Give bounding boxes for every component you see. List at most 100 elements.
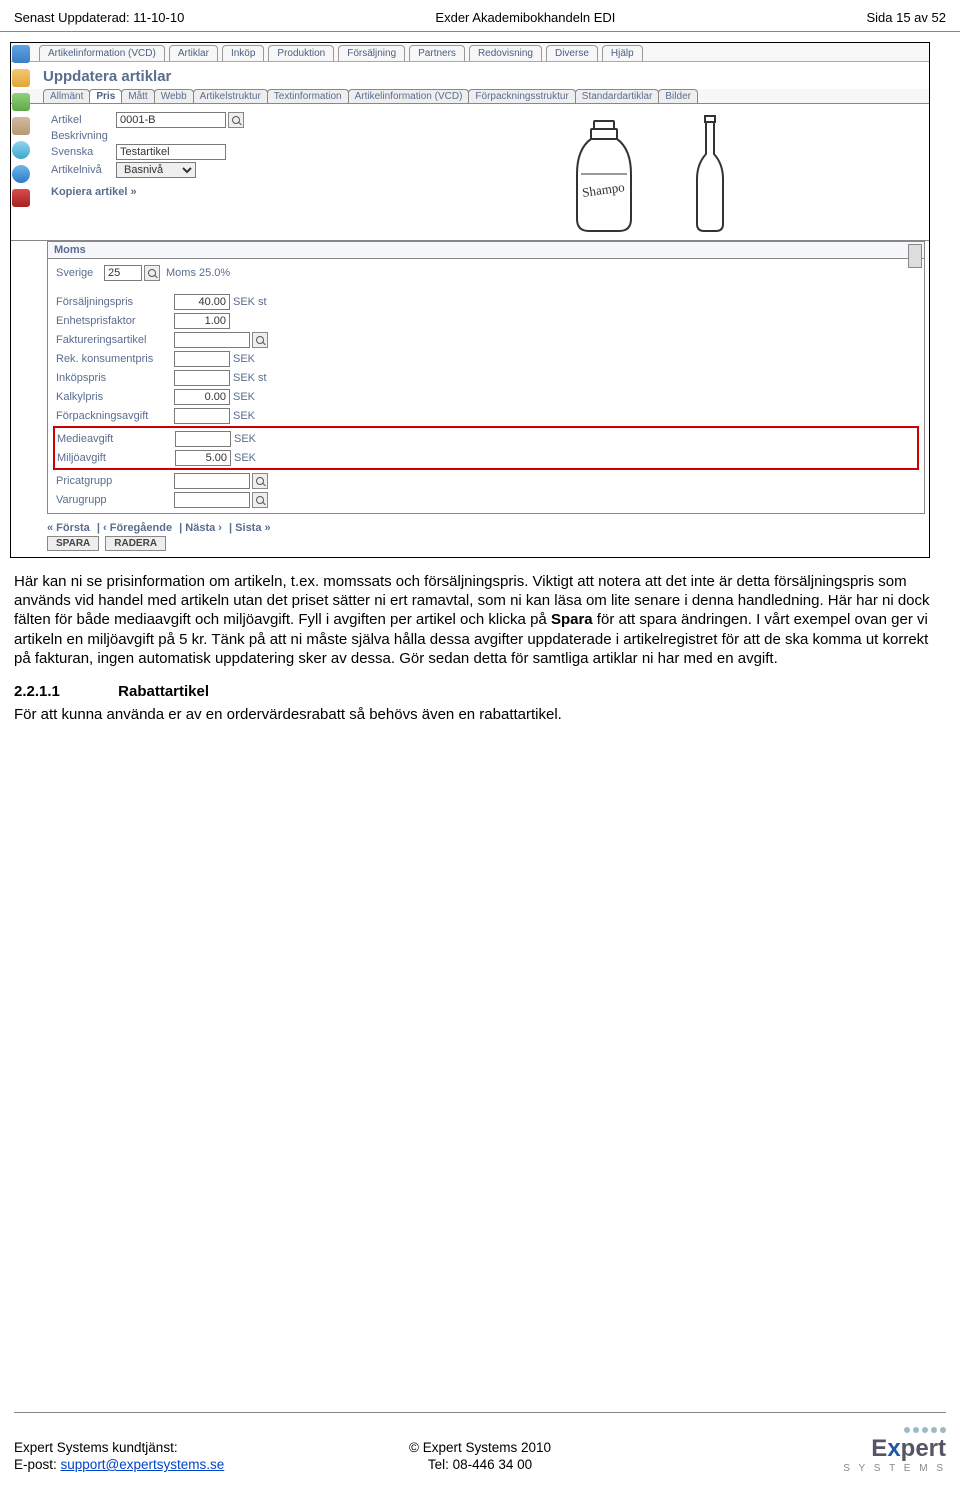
footer-center-2: Tel: 08-446 34 00 [325,1457,636,1472]
subtab[interactable]: Allmänt [43,89,90,103]
highlight-box: MedieavgiftSEKMiljöavgiftSEK [53,426,919,470]
moms-country-label: Sverige [56,267,104,279]
expert-systems-logo: Expert S Y S T E M S [843,1427,946,1474]
unit-suffix: st [258,372,267,384]
sidebar-icon-folder[interactable] [12,69,30,87]
svenska-input[interactable] [116,144,226,160]
subtab[interactable]: Pris [89,89,122,103]
header-divider [0,31,960,32]
search-icon[interactable] [252,332,268,348]
lookup-input[interactable] [174,332,250,348]
subtab[interactable]: Förpackningsstruktur [468,89,575,103]
price-label: Kalkylpris [56,391,174,403]
menu-tab[interactable]: Diverse [546,45,598,61]
subtab[interactable]: Bilder [658,89,698,103]
lookup-input[interactable] [174,492,250,508]
page-footer: Expert Systems kundtjänst: E-post: suppo… [0,1412,960,1490]
section-heading: 2.2.1.1 Rabattartikel [14,682,946,701]
nav-last[interactable]: Sista » [235,522,270,534]
price-label: Varugrupp [56,494,174,506]
nav-first[interactable]: « Första [47,522,90,534]
search-icon[interactable] [252,492,268,508]
price-input[interactable] [174,408,230,424]
price-label: Rek. konsumentpris [56,353,174,365]
price-input[interactable] [174,294,230,310]
price-label: Medieavgift [57,433,175,445]
delete-button[interactable]: RADERA [105,536,166,551]
page-title: Uppdatera artiklar [11,62,929,89]
price-label: Pricatgrupp [56,475,174,487]
product-illustrations: Shampo [371,110,919,234]
nav-prev[interactable]: ‹ Föregående [103,522,172,534]
search-icon[interactable] [144,265,160,281]
scrollbar-thumb[interactable] [908,244,922,268]
unit-suffix: st [258,296,267,308]
subtab[interactable]: Textinformation [267,89,349,103]
copy-article-link[interactable]: Kopiera artikel » [51,180,351,200]
sidebar-icon-currency[interactable] [12,141,30,159]
sidebar-icon-exit[interactable] [12,189,30,207]
search-icon[interactable] [252,473,268,489]
header-center: Exder Akademibokhandeln EDI [435,10,615,25]
currency-unit: SEK [233,296,255,308]
artikel-input[interactable] [116,112,226,128]
logo-text-pre: E [871,1435,887,1462]
price-input[interactable] [174,313,230,329]
moms-row: Sverige Moms 25.0% [56,263,916,282]
price-row: MiljöavgiftSEK [57,448,915,467]
top-menu: Artikelinformation (VCD)ArtiklarInköpPro… [11,43,929,62]
menu-tab[interactable]: Försäljning [338,45,405,61]
price-label: Enhetsprisfaktor [56,315,174,327]
subtab[interactable]: Mått [121,89,154,103]
currency-unit: SEK [233,353,255,365]
menu-tab[interactable]: Artikelinformation (VCD) [39,45,165,61]
moms-code-input[interactable] [104,265,142,281]
menu-tab[interactable]: Artiklar [169,45,218,61]
price-input[interactable] [174,389,230,405]
sidebar-icon-truck[interactable] [12,117,30,135]
price-input[interactable] [175,431,231,447]
save-button[interactable]: SPARA [47,536,99,551]
app-screenshot: Artikelinformation (VCD)ArtiklarInköpPro… [10,42,930,558]
moms-desc: Moms 25.0% [166,267,230,279]
menu-tab[interactable]: Redovisning [469,45,542,61]
sidebar-icon-help[interactable] [12,165,30,183]
menu-tab[interactable]: Produktion [268,45,334,61]
subtab[interactable]: Artikelinformation (VCD) [348,89,470,103]
sidebar-icons [12,41,36,207]
shampoo-bottle-icon: Shampo [559,119,649,234]
price-label: Försäljningspris [56,296,174,308]
nav-next[interactable]: Nästa › [185,522,222,534]
price-label: Faktureringsartikel [56,334,174,346]
currency-unit: SEK [233,372,255,384]
header-left: Senast Uppdaterad: 11-10-10 [14,10,184,25]
subtab[interactable]: Webb [154,89,194,103]
search-icon[interactable] [228,112,244,128]
price-label: Miljöavgift [57,452,175,464]
price-row: Pricatgrupp [56,471,916,490]
logo-text-post: pert [901,1435,946,1462]
menu-tab[interactable]: Inköp [222,45,264,61]
section-title: Rabattartikel [118,683,209,700]
menu-tab[interactable]: Hjälp [602,45,643,61]
menu-tab[interactable]: Partners [409,45,465,61]
section-number: 2.2.1.1 [14,682,114,701]
sidebar-icon-doc[interactable] [12,93,30,111]
body-p2: För att kunna använda er av en ordervärd… [14,705,946,724]
lookup-input[interactable] [174,473,250,489]
price-row: Försäljningspris SEK st [56,292,916,311]
body-p1b-bold: Spara [551,611,593,628]
price-row: KalkylprisSEK [56,387,916,406]
logo-text-x: x [887,1435,900,1462]
artikelniva-select[interactable]: Basnivå [116,162,196,178]
subtab[interactable]: Standardartiklar [575,89,660,103]
price-input[interactable] [174,351,230,367]
subtab-bar: AllmäntPrisMåttWebbArtikelstrukturTextin… [11,89,929,104]
sidebar-icon-chart[interactable] [12,45,30,63]
price-input[interactable] [175,450,231,466]
price-label: Förpackningsavgift [56,410,174,422]
subtab[interactable]: Artikelstruktur [193,89,268,103]
footer-email-link[interactable]: support@expertsystems.se [61,1457,225,1472]
doc-body: Här kan ni se prisinformation om artikel… [0,558,960,724]
price-input[interactable] [174,370,230,386]
